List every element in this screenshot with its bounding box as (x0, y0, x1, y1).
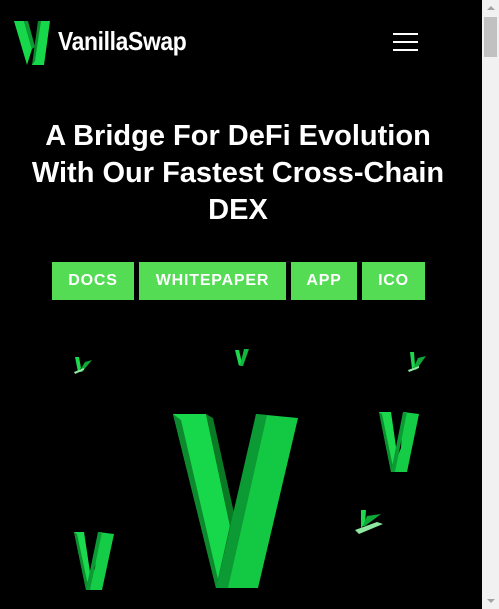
whitepaper-button[interactable]: WHITEPAPER (139, 262, 286, 300)
floating-v-logo-icon (74, 357, 92, 374)
vanilla-v-logo-icon[interactable] (14, 19, 50, 65)
floating-v-logo-icon (408, 352, 426, 372)
large-v-logo-icon (173, 414, 298, 588)
floating-v-logo-icon (235, 349, 249, 366)
brand-name[interactable]: VanillaSwap (58, 24, 187, 58)
ico-button[interactable]: ICO (362, 262, 425, 300)
floating-v-logo-icon (355, 510, 383, 534)
hero-title-line-1: A Bridge For DeFi Evolution (45, 120, 431, 152)
floating-v-logo-icon (74, 532, 114, 590)
floating-v-logo-icon (379, 412, 419, 472)
site-header: VanillaSwap (0, 0, 482, 84)
hero-title: A Bridge For DeFi Evolution With Our Fas… (0, 118, 476, 229)
scroll-down-arrow-icon[interactable] (482, 592, 499, 609)
vertical-scrollbar[interactable] (482, 0, 499, 609)
docs-button[interactable]: DOCS (52, 262, 134, 300)
scroll-up-arrow-icon[interactable] (482, 0, 499, 17)
hero-title-line-2: With Our Fastest Cross-Chain (31, 157, 445, 189)
hamburger-menu-icon[interactable] (391, 30, 421, 54)
page-viewport: VanillaSwap A Bridge For DeFi Evolution … (0, 0, 482, 609)
hero-title-line-3: DEX (208, 194, 268, 226)
scrollbar-thumb[interactable] (484, 17, 497, 57)
app-button[interactable]: APP (291, 262, 357, 300)
